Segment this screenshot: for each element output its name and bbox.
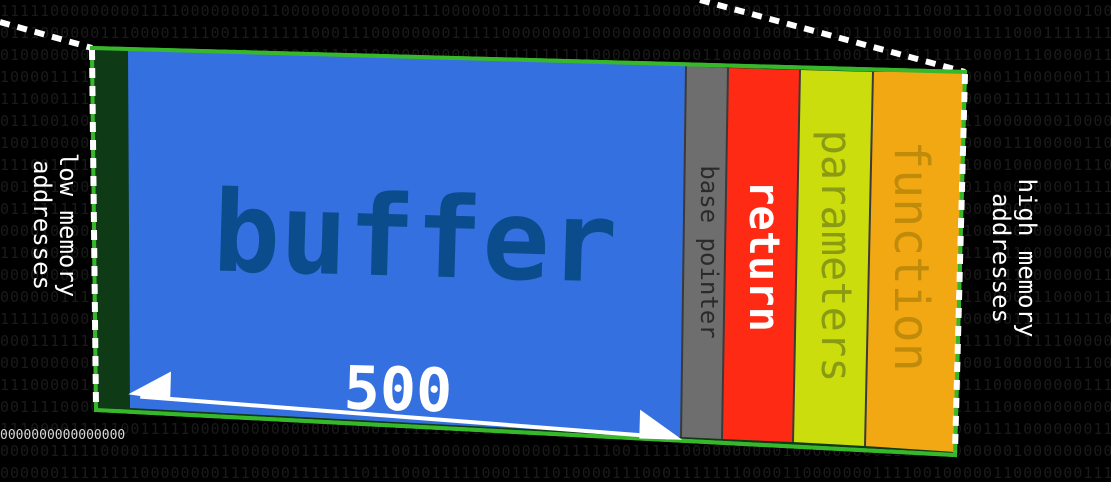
high-memory-label: high memory addresses <box>987 179 1041 338</box>
left-strip <box>92 48 130 410</box>
high-memory-line2: addresses <box>987 193 1015 323</box>
high-memory-line1: high memory <box>1013 179 1041 338</box>
dotted-line-right-top <box>699 0 966 75</box>
low-memory-line2: addresses <box>28 160 56 290</box>
low-memory-label: low memory addresses <box>28 153 82 298</box>
edge-binary-text: 0000000000000000 <box>0 428 126 443</box>
function-label: function <box>883 140 939 371</box>
buffer-size-label: 500 <box>343 354 453 427</box>
base-pointer-label: base pointer <box>695 165 723 338</box>
parameters-label: parameters <box>812 130 861 383</box>
dotted-line-left-top <box>0 19 93 51</box>
return-label: return <box>740 180 789 332</box>
low-memory-line1: low memory <box>54 153 82 298</box>
stack-diagram: buffer 500 base pointer return parameter… <box>0 0 1041 458</box>
buffer-label: buffer <box>211 167 619 308</box>
